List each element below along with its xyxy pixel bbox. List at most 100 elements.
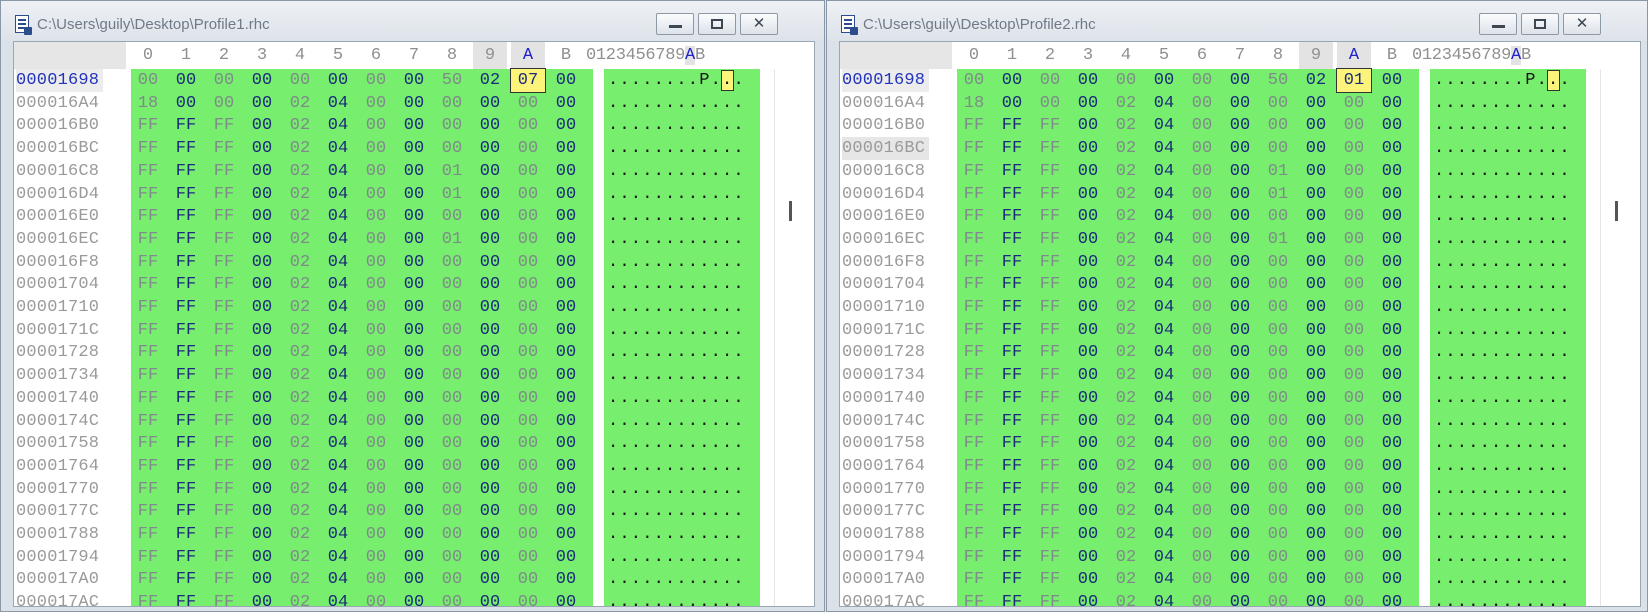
hex-byte[interactable]: 00 [511, 319, 545, 342]
hex-byte[interactable]: 00 [511, 273, 545, 296]
hex-byte[interactable]: 50 [1261, 69, 1295, 92]
hex-byte[interactable]: 02 [1109, 273, 1143, 296]
hex-byte[interactable]: 04 [321, 591, 355, 606]
hex-byte[interactable]: FF [995, 251, 1029, 274]
hex-byte[interactable]: 00 [549, 296, 583, 319]
hex-byte[interactable]: FF [207, 591, 241, 606]
hex-byte[interactable]: FF [169, 410, 203, 433]
hex-byte[interactable]: 04 [321, 432, 355, 455]
hex-byte[interactable]: FF [995, 546, 1029, 569]
hex-byte[interactable]: 00 [1375, 251, 1409, 274]
ascii-text[interactable]: ............ [1430, 478, 1586, 501]
hex-byte[interactable]: FF [207, 273, 241, 296]
ascii-text[interactable]: ............ [1430, 546, 1586, 569]
hex-byte[interactable]: 04 [321, 183, 355, 206]
hex-byte[interactable]: FF [957, 273, 991, 296]
hex-byte[interactable]: 00 [511, 591, 545, 606]
hex-byte[interactable]: 00 [1071, 251, 1105, 274]
hex-byte[interactable]: 04 [1147, 432, 1181, 455]
hex-byte[interactable]: 00 [1337, 523, 1371, 546]
ascii-text[interactable]: ............ [1430, 319, 1586, 342]
hex-byte[interactable]: 00 [435, 364, 469, 387]
hex-byte[interactable]: 00 [1223, 251, 1257, 274]
hex-byte[interactable]: 00 [1261, 568, 1295, 591]
hex-byte[interactable]: 00 [359, 478, 393, 501]
hex-byte[interactable]: FF [131, 410, 165, 433]
hex-byte[interactable]: 00 [245, 387, 279, 410]
hex-byte[interactable]: 00 [511, 546, 545, 569]
hex-byte[interactable]: 00 [549, 546, 583, 569]
hex-byte[interactable]: 00 [1337, 341, 1371, 364]
hex-byte[interactable]: 02 [283, 432, 317, 455]
hex-byte[interactable]: FF [957, 251, 991, 274]
hex-byte[interactable]: 00 [435, 114, 469, 137]
hex-byte[interactable]: 00 [995, 92, 1029, 115]
hex-byte[interactable]: 00 [1223, 591, 1257, 606]
hex-byte[interactable]: 02 [283, 364, 317, 387]
hex-byte[interactable]: 02 [1299, 69, 1333, 92]
hex-byte[interactable]: 00 [549, 114, 583, 137]
hex-byte[interactable]: 00 [1337, 273, 1371, 296]
ascii-text[interactable]: ............ [604, 478, 760, 501]
ascii-text[interactable]: ............ [1430, 296, 1586, 319]
hex-byte[interactable]: 00 [473, 319, 507, 342]
hex-byte[interactable]: FF [207, 160, 241, 183]
hex-byte[interactable]: 00 [397, 546, 431, 569]
hex-byte[interactable]: FF [957, 478, 991, 501]
hex-byte[interactable]: 00 [1071, 364, 1105, 387]
hex-byte[interactable]: 00 [245, 137, 279, 160]
vertical-scrollbar[interactable] [774, 69, 814, 606]
hex-byte[interactable]: 00 [1337, 251, 1371, 274]
hex-byte[interactable]: 00 [1261, 387, 1295, 410]
hex-byte[interactable]: 00 [1185, 273, 1219, 296]
hex-byte[interactable]: 02 [283, 478, 317, 501]
hex-byte[interactable]: FF [207, 500, 241, 523]
hex-byte[interactable]: 00 [1185, 591, 1219, 606]
ascii-text[interactable]: ............ [1430, 273, 1586, 296]
hex-byte[interactable]: 00 [1299, 160, 1333, 183]
hex-byte[interactable]: 02 [283, 205, 317, 228]
hex-byte[interactable]: 00 [549, 387, 583, 410]
hex-byte[interactable]: 02 [1109, 137, 1143, 160]
hex-byte[interactable]: 00 [1299, 251, 1333, 274]
hex-byte[interactable]: FF [995, 205, 1029, 228]
hex-byte[interactable]: FF [131, 205, 165, 228]
hex-byte[interactable]: 00 [1261, 205, 1295, 228]
hex-byte[interactable]: 02 [283, 455, 317, 478]
hex-byte[interactable]: 00 [1071, 92, 1105, 115]
hex-byte[interactable]: FF [131, 341, 165, 364]
hex-byte[interactable]: 00 [1375, 500, 1409, 523]
hex-byte[interactable]: 04 [321, 273, 355, 296]
hex-byte[interactable]: FF [1033, 137, 1067, 160]
hex-byte[interactable]: 01 [1261, 160, 1295, 183]
hex-byte[interactable]: 00 [397, 568, 431, 591]
hex-byte[interactable]: FF [169, 500, 203, 523]
hex-byte[interactable]: 00 [397, 92, 431, 115]
hex-byte[interactable]: FF [169, 568, 203, 591]
hex-byte[interactable]: 00 [1033, 92, 1067, 115]
hex-byte[interactable]: 00 [1375, 478, 1409, 501]
minimize-button[interactable] [1479, 13, 1517, 35]
hex-byte[interactable]: 02 [1109, 341, 1143, 364]
hex-byte[interactable]: 01 [1261, 228, 1295, 251]
hex-byte[interactable]: 00 [1375, 137, 1409, 160]
hex-byte[interactable]: FF [957, 500, 991, 523]
hex-byte[interactable]: 00 [1337, 160, 1371, 183]
hex-byte[interactable]: 00 [473, 92, 507, 115]
hex-byte[interactable]: FF [957, 319, 991, 342]
hex-byte[interactable]: 00 [1223, 296, 1257, 319]
hex-byte[interactable]: 00 [1071, 296, 1105, 319]
hex-byte[interactable]: FF [169, 273, 203, 296]
hex-byte[interactable]: FF [957, 296, 991, 319]
hex-byte[interactable]: 00 [473, 410, 507, 433]
hex-byte[interactable]: 00 [1337, 183, 1371, 206]
hex-byte[interactable]: 00 [359, 137, 393, 160]
hex-byte[interactable]: 00 [995, 69, 1029, 92]
hex-byte[interactable]: 00 [1071, 546, 1105, 569]
hex-editor-view[interactable]: 0123456789AB 0123456789AB 00001698 00 00 00… [839, 41, 1641, 607]
hex-byte[interactable]: FF [131, 228, 165, 251]
hex-byte[interactable]: FF [995, 273, 1029, 296]
ascii-text[interactable]: ........P... [1430, 69, 1586, 92]
scroll-thumb[interactable] [1615, 201, 1618, 221]
hex-byte[interactable]: FF [995, 591, 1029, 606]
